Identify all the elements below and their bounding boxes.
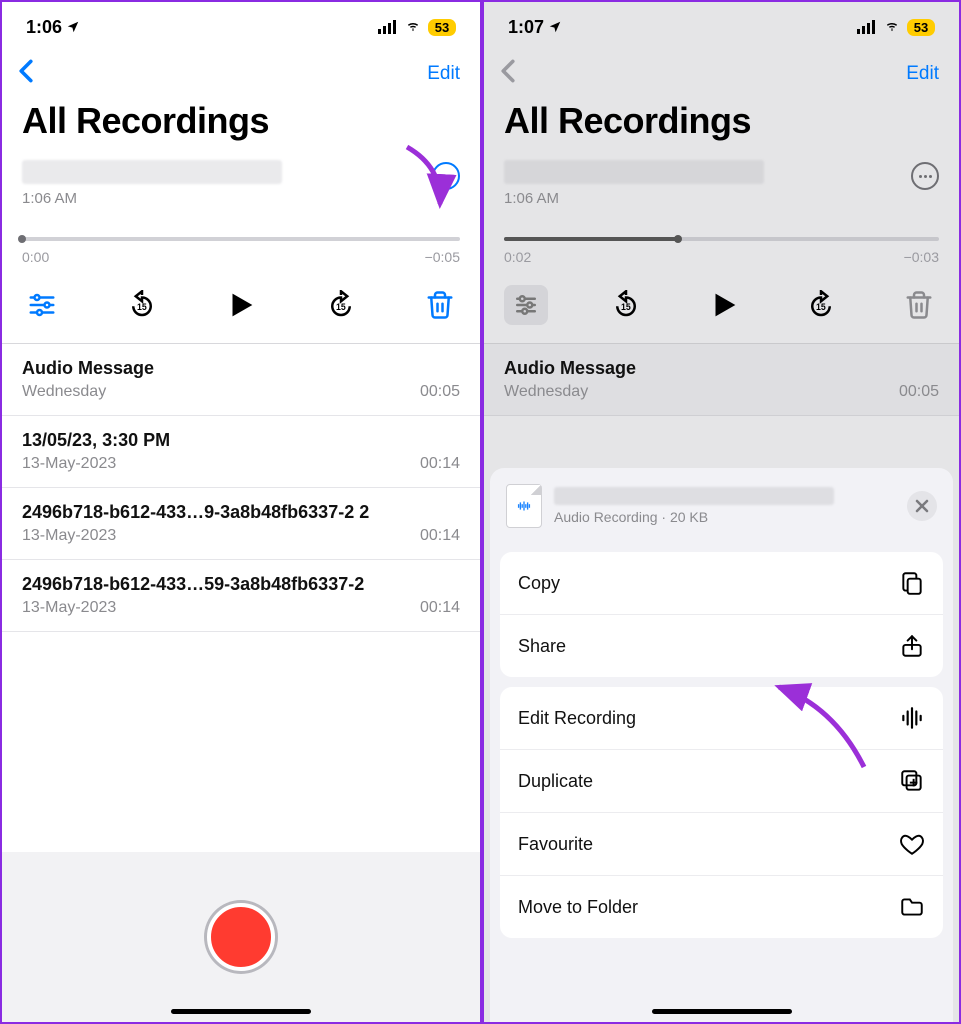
more-options-button[interactable] [911,162,939,190]
options-sliders-button[interactable] [504,285,548,325]
current-recording: 1:06 AM 0:02 −0:03 15 [484,148,959,344]
skip-back-15-button[interactable]: 15 [606,285,646,325]
list-item[interactable]: Audio Message Wednesday00:05 [2,344,480,416]
play-button[interactable] [704,285,744,325]
time-elapsed: 0:00 [22,249,49,265]
time-elapsed: 0:02 [504,249,531,265]
location-icon [66,20,80,34]
battery-badge: 53 [907,19,935,36]
playback-controls: 15 15 [504,265,939,343]
svg-text:15: 15 [137,302,147,312]
home-indicator [171,1009,311,1014]
recording-subtitle: 1:06 AM [504,190,764,207]
back-button[interactable] [18,58,34,90]
list-item[interactable]: 13/05/23, 3:30 PM 13-May-202300:14 [2,416,480,488]
time-remaining: −0:05 [425,249,460,265]
playback-controls: 15 15 [22,265,460,343]
location-icon [548,20,562,34]
skip-forward-15-button[interactable]: 15 [321,285,361,325]
page-title: All Recordings [2,96,480,148]
recording-name-redacted [504,160,764,184]
recording-name-redacted [22,160,282,184]
status-bar: 1:07 53 [484,2,959,46]
edit-button[interactable]: Edit [427,63,460,85]
edit-button[interactable]: Edit [906,63,939,85]
skip-back-15-button[interactable]: 15 [122,285,162,325]
duplicate-icon [899,768,925,794]
file-icon [506,484,542,528]
folder-icon [899,894,925,920]
home-indicator [652,1009,792,1014]
menu-copy[interactable]: Copy [500,552,943,615]
menu-group: Edit Recording Duplicate Favourite Move … [500,687,943,938]
play-button[interactable] [221,285,261,325]
recording-subtitle: 1:06 AM [22,190,282,207]
delete-button[interactable] [420,285,460,325]
close-sheet-button[interactable] [907,491,937,521]
sheet-header: Audio Recording · 20 KB [490,480,953,542]
nav-bar: Edit [484,46,959,96]
sheet-title-redacted [554,487,834,505]
current-recording: 1:06 AM 0:00 −0:05 15 [2,148,480,344]
status-time: 1:06 [26,17,62,38]
wifi-icon [883,20,901,34]
heart-icon [899,831,925,857]
page-title: All Recordings [484,96,959,148]
svg-text:15: 15 [816,302,826,312]
playback-slider[interactable]: 0:00 −0:05 [22,237,460,265]
menu-share[interactable]: Share [500,615,943,677]
cellular-icon [857,20,877,34]
delete-button[interactable] [899,285,939,325]
status-time: 1:07 [508,17,544,38]
waveform-icon [899,705,925,731]
playback-slider[interactable]: 0:02 −0:03 [504,237,939,265]
record-button[interactable] [207,903,275,971]
options-sliders-button[interactable] [22,285,62,325]
menu-duplicate[interactable]: Duplicate [500,750,943,813]
copy-icon [899,570,925,596]
sheet-meta: Audio Recording · 20 KB [554,509,895,525]
menu-group: Copy Share [500,552,943,677]
svg-text:15: 15 [336,302,346,312]
more-options-button[interactable] [432,162,460,190]
svg-text:15: 15 [621,302,631,312]
menu-move-folder[interactable]: Move to Folder [500,876,943,938]
back-button[interactable] [500,58,516,90]
wifi-icon [404,20,422,34]
status-bar: 1:06 53 [2,2,480,46]
time-remaining: −0:03 [904,249,939,265]
share-icon [899,633,925,659]
cellular-icon [378,20,398,34]
recordings-list: Audio Message Wednesday00:05 [484,344,959,416]
list-item[interactable]: Audio Message Wednesday00:05 [484,344,959,416]
record-footer [2,852,480,1022]
skip-forward-15-button[interactable]: 15 [801,285,841,325]
nav-bar: Edit [2,46,480,96]
battery-badge: 53 [428,19,456,36]
action-sheet: Audio Recording · 20 KB Copy Share [490,468,953,1022]
menu-edit-recording[interactable]: Edit Recording [500,687,943,750]
list-item[interactable]: 2496b718-b612-433…9-3a8b48fb6337-2 2 13-… [2,488,480,560]
recordings-list: Audio Message Wednesday00:05 13/05/23, 3… [2,344,480,632]
menu-favourite[interactable]: Favourite [500,813,943,876]
list-item[interactable]: 2496b718-b612-433…59-3a8b48fb6337-2 13-M… [2,560,480,632]
